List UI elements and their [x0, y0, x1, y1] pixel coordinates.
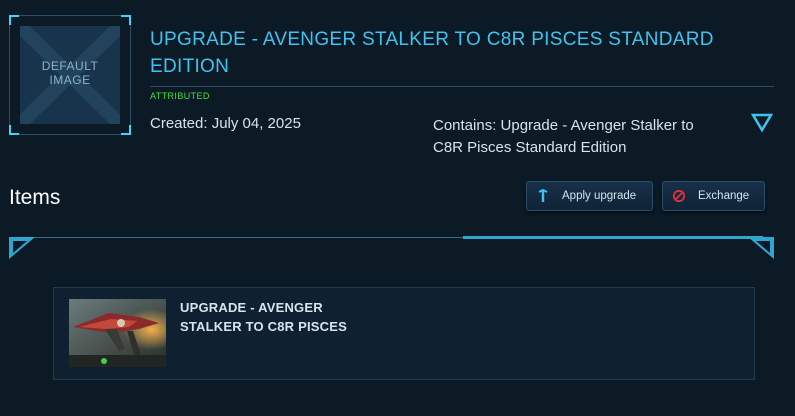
items-panel-highlight	[463, 236, 763, 239]
product-thumbnail: DEFAULT IMAGE	[9, 15, 131, 135]
panel-corner-right	[748, 237, 774, 259]
exchange-button[interactable]: Exchange	[662, 181, 765, 211]
upgrade-arrow-icon	[538, 189, 548, 202]
exchange-label: Exchange	[698, 190, 750, 202]
apply-upgrade-button[interactable]: Apply upgrade	[526, 181, 653, 211]
created-date: Created: July 04, 2025	[150, 115, 301, 132]
prohibit-icon	[672, 189, 686, 203]
placeholder-text: DEFAULT IMAGE	[20, 59, 120, 87]
contains-text: Contains: Upgrade - Avenger Stalker to C…	[433, 117, 694, 156]
ship-image	[69, 299, 166, 367]
title-divider	[150, 86, 774, 87]
apply-upgrade-label: Apply upgrade	[562, 190, 637, 202]
items-heading: Items	[9, 186, 61, 209]
chevron-down-icon[interactable]	[751, 113, 773, 133]
frame-corner	[9, 125, 19, 135]
attributed-badge: ATTRIBUTED	[150, 91, 210, 101]
product-title: UPGRADE - AVENGER STALKER TO C8R PISCES …	[150, 29, 714, 77]
frame-corner	[9, 15, 19, 25]
default-image-placeholder: DEFAULT IMAGE	[20, 26, 120, 124]
frame-corner	[121, 125, 131, 135]
placeholder-line-1: DEFAULT	[41, 59, 99, 73]
item-title: UPGRADE - AVENGER STALKER TO C8R PISCES	[180, 300, 347, 334]
panel-corner-left	[9, 237, 35, 259]
list-item[interactable]: UPGRADE - AVENGER STALKER TO C8R PISCES	[53, 287, 755, 380]
frame-corner	[121, 15, 131, 25]
placeholder-line-2: IMAGE	[49, 73, 91, 87]
ship-illustration	[69, 299, 166, 367]
